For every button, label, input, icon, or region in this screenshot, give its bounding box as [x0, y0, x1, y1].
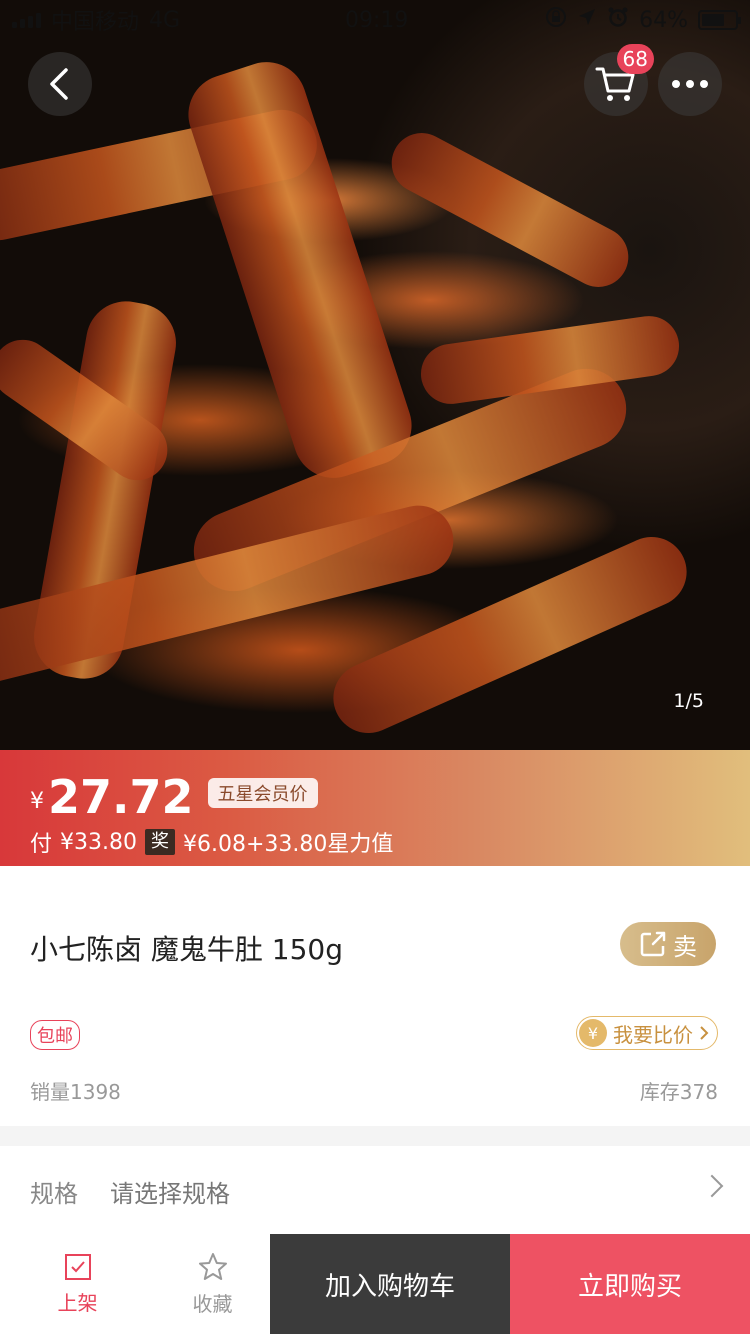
- free-shipping-badge: 包邮: [30, 1020, 80, 1050]
- compare-price-button[interactable]: ¥ 我要比价: [576, 1016, 718, 1050]
- pay-prefix: 付: [30, 832, 53, 857]
- compare-price-label: 我要比价: [613, 1022, 693, 1047]
- back-button[interactable]: [28, 52, 92, 116]
- more-button[interactable]: [658, 52, 722, 116]
- yen-icon: ¥: [579, 1019, 607, 1047]
- price-currency: ¥: [30, 789, 44, 814]
- clock: 09:19: [345, 7, 409, 33]
- share-icon: [640, 931, 666, 957]
- network-type: 4G: [149, 7, 181, 33]
- image-counter: 1/5: [673, 690, 704, 712]
- star-icon: [198, 1252, 227, 1280]
- signal-icon: [12, 12, 41, 28]
- checkbox-icon: [64, 1253, 91, 1280]
- price-banner: ¥ 27.72 五星会员价 付 ¥33.80 奖 ¥6.08+33.80星力值: [0, 750, 750, 866]
- list-on-shelf-label: 上架: [57, 1290, 98, 1315]
- pay-amount: ¥33.80: [60, 829, 137, 855]
- add-to-cart-button[interactable]: 加入购物车: [270, 1234, 510, 1334]
- favorite-button[interactable]: 收藏: [155, 1234, 270, 1334]
- favorite-label: 收藏: [192, 1291, 233, 1316]
- chevron-right-icon: [700, 1026, 709, 1040]
- bottom-action-bar: 上架 收藏 加入购物车 立即购买: [0, 1234, 750, 1334]
- alarm-icon: [607, 6, 629, 34]
- product-title: 小七陈卤 魔鬼牛肚 150g: [30, 933, 344, 966]
- cart-count-badge: 68: [616, 44, 654, 74]
- product-image[interactable]: [0, 0, 750, 750]
- member-price-tag: 五星会员价: [207, 778, 318, 808]
- buy-now-button[interactable]: 立即购买: [510, 1234, 750, 1334]
- status-bar: 中国移动 4G 09:19 64%: [0, 0, 750, 40]
- spec-value: 请选择规格: [110, 1179, 230, 1208]
- share-sell-label: 卖: [673, 932, 697, 961]
- chevron-right-icon: [700, 1174, 724, 1198]
- sales-count: 销量1398: [30, 1080, 121, 1104]
- share-sell-button[interactable]: 卖: [620, 922, 716, 966]
- spec-selector[interactable]: 规格 请选择规格: [0, 1146, 750, 1236]
- carrier-name: 中国移动: [51, 10, 140, 35]
- more-icon: [672, 80, 708, 88]
- price-value: 27.72: [48, 770, 194, 824]
- battery-icon: [698, 10, 741, 30]
- product-info: 小七陈卤 魔鬼牛肚 150g 卖 包邮 ¥ 我要比价 销量1398 库存378: [0, 866, 750, 1126]
- location-icon: [577, 7, 597, 33]
- battery-percent: 64%: [639, 7, 688, 33]
- rotation-lock-icon: [545, 6, 567, 34]
- reward-text: ¥6.08+33.80星力值: [183, 832, 394, 857]
- spec-label: 规格: [30, 1179, 78, 1208]
- reward-tag: 奖: [145, 829, 175, 855]
- list-on-shelf-button[interactable]: 上架: [0, 1234, 155, 1334]
- stock-count: 库存378: [639, 1080, 718, 1104]
- chevron-left-icon: [50, 68, 68, 100]
- cart-button[interactable]: 68: [584, 44, 654, 116]
